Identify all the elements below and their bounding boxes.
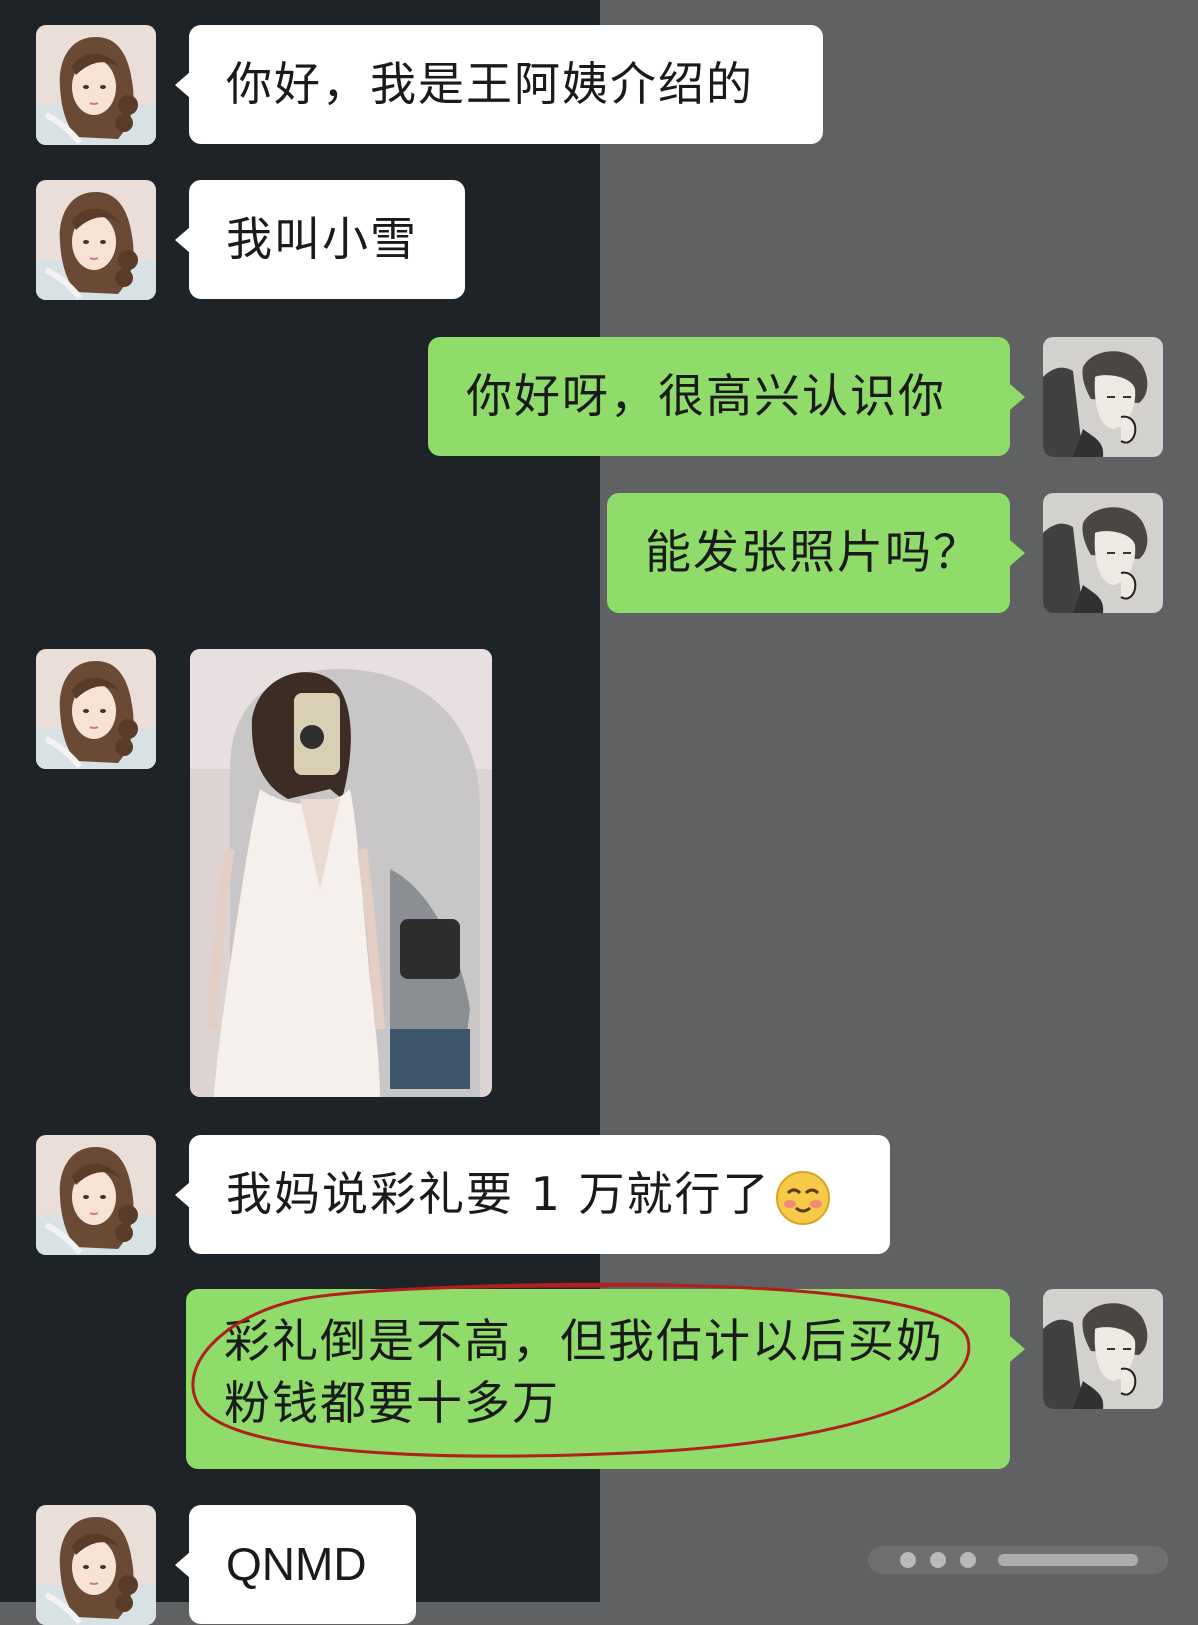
bubble-tail — [1010, 1336, 1025, 1362]
incoming-message-bubble[interactable]: 你好，我是王阿姨介绍的 — [189, 25, 823, 144]
contact-avatar-icon[interactable] — [36, 25, 156, 145]
watermark-icon — [868, 1546, 1168, 1574]
bubble-tail — [1010, 384, 1025, 410]
mirror-selfie-image — [190, 649, 492, 1097]
shy-smile-emoji-icon — [775, 1170, 830, 1225]
contact-avatar-icon[interactable] — [36, 1505, 156, 1625]
contact-avatar-icon[interactable] — [36, 1135, 156, 1255]
incoming-message-bubble[interactable]: 我叫小雪 — [189, 180, 465, 299]
bubble-tail — [1010, 540, 1025, 566]
contact-avatar-icon[interactable] — [36, 649, 156, 769]
red-circle-annotation — [191, 1282, 971, 1458]
contact-avatar-icon[interactable] — [36, 180, 156, 300]
incoming-message-bubble[interactable]: 我妈说彩礼要 1 万就行了 — [189, 1135, 890, 1254]
message-text: 我妈说彩礼要 1 万就行了 — [226, 1167, 771, 1221]
incoming-message-bubble[interactable]: QNMD — [189, 1505, 416, 1624]
user-avatar-icon[interactable] — [1043, 493, 1163, 613]
bubble-tail — [175, 72, 190, 98]
outgoing-message-bubble[interactable]: 能发张照片吗？ — [607, 493, 1010, 613]
photo-message[interactable] — [190, 649, 492, 1097]
bubble-tail — [175, 1552, 190, 1578]
user-avatar-icon[interactable] — [1043, 1289, 1163, 1409]
bubble-tail — [175, 1182, 190, 1208]
bubble-tail — [175, 227, 190, 253]
outgoing-message-bubble[interactable]: 你好呀，很高兴认识你 — [428, 337, 1010, 456]
user-avatar-icon[interactable] — [1043, 337, 1163, 457]
